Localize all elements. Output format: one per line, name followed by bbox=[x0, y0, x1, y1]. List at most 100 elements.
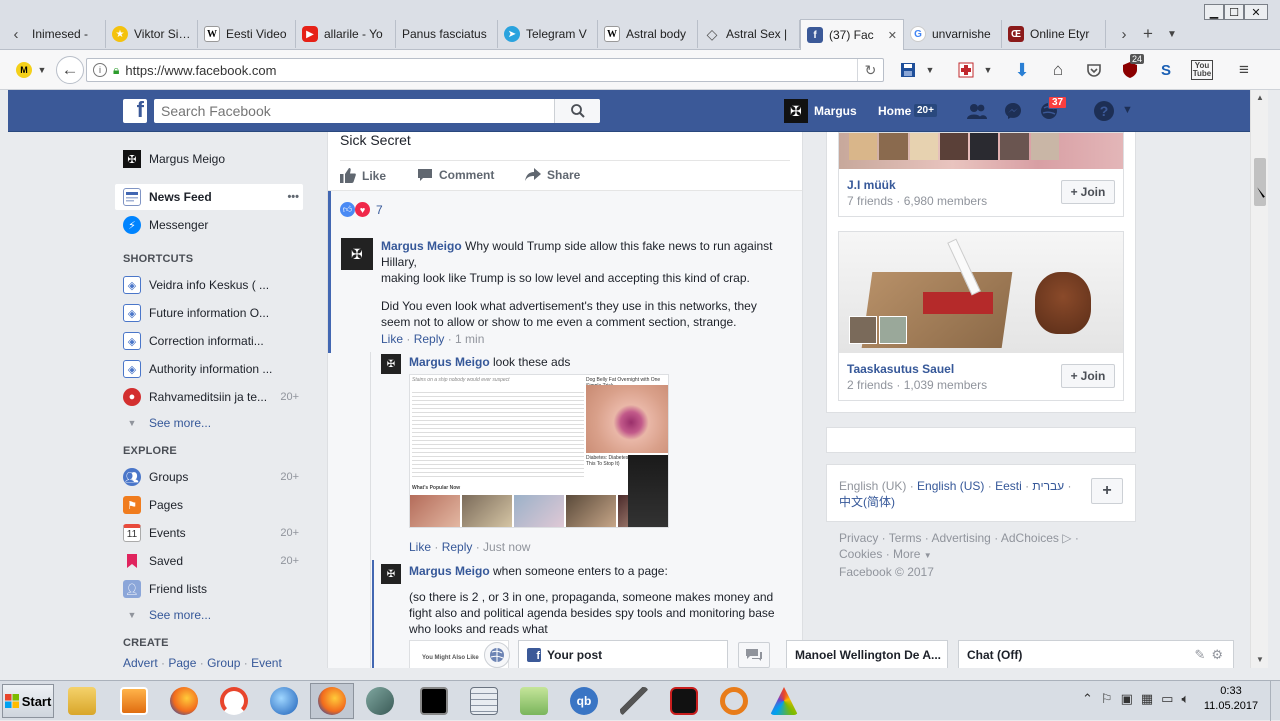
group-name-link[interactable]: Taaskasutus Sauel bbox=[847, 362, 954, 376]
explore-saved[interactable]: Saved 20+ bbox=[115, 548, 303, 574]
reload-icon[interactable]: ↻ bbox=[857, 59, 883, 81]
pocket-icon[interactable] bbox=[1082, 58, 1106, 82]
globe-icon[interactable] bbox=[484, 642, 510, 668]
url-input[interactable] bbox=[125, 62, 851, 78]
leftnav-news-feed[interactable]: News Feed ••• bbox=[115, 184, 303, 210]
messenger-icon[interactable] bbox=[1002, 100, 1024, 122]
compose-edit-icon[interactable]: ✎ bbox=[1194, 647, 1205, 663]
scroll-down-arrow-icon[interactable]: ▼ bbox=[1253, 652, 1267, 666]
tab-5[interactable]: Panus fasciatus bbox=[396, 20, 498, 48]
skype-s-icon[interactable]: S bbox=[1154, 58, 1178, 82]
taskbar-app-planet[interactable] bbox=[262, 683, 306, 719]
comment-reply-link[interactable]: Reply bbox=[414, 332, 445, 346]
comment-button[interactable]: Comment bbox=[417, 168, 494, 182]
info-icon[interactable]: i bbox=[93, 63, 107, 77]
tabs-scroll-left-icon[interactable]: ‹ bbox=[6, 22, 26, 46]
leftnav-profile[interactable]: ✠ Margus Meigo bbox=[115, 146, 303, 172]
list-all-tabs-icon[interactable]: ▼ bbox=[1162, 22, 1182, 46]
explore-friend-lists[interactable]: 👤︎ Friend lists bbox=[115, 576, 303, 602]
tabs-scroll-right-icon[interactable]: › bbox=[1114, 22, 1134, 46]
taskbar-qbittorrent[interactable]: qb bbox=[562, 683, 606, 719]
more-link[interactable]: More bbox=[893, 547, 920, 561]
create-event-link[interactable]: Event bbox=[251, 656, 282, 670]
explore-see-more[interactable]: ▼ See more... bbox=[115, 602, 303, 628]
reply-author-avatar[interactable]: ✠ bbox=[381, 354, 401, 374]
language-link[interactable]: עברית bbox=[1032, 479, 1064, 493]
tray-flag-icon[interactable]: ⚐ bbox=[1101, 691, 1113, 707]
taskbar-calculator[interactable] bbox=[462, 683, 506, 719]
create-advert-link[interactable]: Advert bbox=[123, 656, 158, 670]
explore-events[interactable]: 11 Events 20+ bbox=[115, 520, 303, 546]
taskbar-search-magnifier[interactable] bbox=[712, 683, 756, 719]
leftnav-messenger[interactable]: ⚡︎ Messenger bbox=[115, 212, 303, 238]
comment-author-link[interactable]: Margus Meigo bbox=[381, 239, 462, 253]
help-question-icon[interactable]: ? bbox=[1094, 101, 1114, 121]
home-link[interactable]: Home bbox=[878, 104, 911, 118]
taskbar-media-player[interactable] bbox=[112, 683, 156, 719]
window-maximize-button[interactable]: ☐ bbox=[1224, 4, 1244, 20]
scroll-up-arrow-icon[interactable]: ▲ bbox=[1253, 90, 1267, 104]
close-tab-icon[interactable]: ✕ bbox=[888, 29, 897, 42]
taskbar-app-arc[interactable] bbox=[212, 683, 256, 719]
shortcuts-see-more[interactable]: ▼ See more... bbox=[115, 410, 303, 436]
metro-addon-icon[interactable]: M bbox=[12, 58, 36, 82]
reply-author-link[interactable]: Margus Meigo bbox=[409, 564, 490, 578]
tray-monitor-icon[interactable]: ▭ bbox=[1161, 691, 1173, 707]
cookies-link[interactable]: Cookies bbox=[839, 547, 882, 561]
account-menu-chevron-icon[interactable]: ▼ bbox=[1122, 104, 1133, 116]
home-icon[interactable]: ⌂ bbox=[1046, 58, 1070, 82]
tray-network-icon[interactable]: ▦ bbox=[1141, 691, 1153, 707]
language-link[interactable]: 中文(简体) bbox=[839, 495, 895, 509]
group-name-link[interactable]: J.I müük bbox=[847, 178, 896, 192]
shortcut-item[interactable]: ◈ Authority information ... bbox=[115, 356, 303, 382]
url-bar[interactable]: i 🔒︎ ↻ bbox=[86, 58, 884, 82]
hamburger-menu-icon[interactable]: ≡ bbox=[1232, 58, 1256, 82]
create-page-link[interactable]: Page bbox=[168, 656, 196, 670]
join-group-button[interactable]: + Join bbox=[1061, 180, 1115, 204]
search-button[interactable] bbox=[554, 99, 600, 123]
join-group-button[interactable]: + Join bbox=[1061, 364, 1115, 388]
ads-screenshot-image[interactable]: Stains on a ship nobody would ever suspe… bbox=[409, 374, 669, 528]
explore-pages[interactable]: ⚑ Pages bbox=[115, 492, 303, 518]
page-scrollbar[interactable]: ▲ ▼ bbox=[1250, 90, 1268, 668]
tab-10[interactable]: G unvarnishe bbox=[904, 20, 1002, 48]
reply-like-link[interactable]: Like bbox=[409, 540, 431, 554]
chat-sidebar-bar[interactable]: Chat (Off) ✎ ⚙ bbox=[958, 640, 1234, 668]
tray-device-icon[interactable]: ▣ bbox=[1121, 691, 1133, 707]
taskbar-firefox[interactable] bbox=[162, 683, 206, 719]
tab-1[interactable]: Inimesed - bbox=[26, 20, 106, 48]
taskbar-security-app[interactable] bbox=[662, 683, 706, 719]
adchoices-link[interactable]: AdChoices bbox=[1001, 531, 1059, 545]
terms-link[interactable]: Terms bbox=[889, 531, 922, 545]
taskbar-network-tool[interactable] bbox=[358, 683, 402, 719]
friend-requests-icon[interactable] bbox=[966, 100, 988, 122]
download-arrow-icon[interactable]: ⬇ bbox=[1010, 58, 1034, 82]
scrollbar-thumb[interactable] bbox=[1254, 158, 1266, 206]
notifications-globe-icon[interactable]: 37 bbox=[1038, 96, 1068, 122]
explore-groups[interactable]: 👥︎ Groups 20+ bbox=[115, 464, 303, 490]
tab-6[interactable]: ➤ Telegram V bbox=[498, 20, 598, 48]
ublock-shield-icon[interactable]: 24 bbox=[1118, 54, 1145, 82]
comment-author-avatar[interactable]: ✠ bbox=[341, 238, 373, 270]
chat-tab-contact[interactable]: Manoel Wellington De A... bbox=[786, 640, 948, 668]
taskbar-microphone[interactable] bbox=[612, 683, 656, 719]
reply-author-link[interactable]: Margus Meigo bbox=[409, 355, 490, 369]
add-language-plus-icon[interactable]: + bbox=[1091, 478, 1123, 504]
window-close-button[interactable]: ✕ bbox=[1244, 4, 1268, 20]
profile-avatar[interactable]: ✠ bbox=[784, 99, 808, 123]
first-aid-chevron-icon[interactable]: ▼ bbox=[980, 58, 996, 82]
shortcut-item[interactable]: ◈ Veidra info Keskus ( ... bbox=[115, 272, 303, 298]
reply-author-avatar[interactable]: ✠ bbox=[381, 564, 401, 584]
taskbar-command-prompt[interactable] bbox=[412, 683, 456, 719]
tab-3[interactable]: W Eesti Video bbox=[198, 20, 296, 48]
taskbar-firefox-active[interactable] bbox=[310, 683, 354, 719]
create-group-link[interactable]: Group bbox=[207, 656, 240, 670]
language-link[interactable]: Eesti bbox=[995, 479, 1022, 493]
taskbar-notepad-plus[interactable] bbox=[512, 683, 556, 719]
privacy-link[interactable]: Privacy bbox=[839, 531, 878, 545]
window-minimize-button[interactable]: ▁ bbox=[1204, 4, 1224, 20]
reactions-summary[interactable]: 👍︎ ♥ 7 bbox=[340, 202, 383, 217]
new-tab-plus-icon[interactable]: + bbox=[1138, 22, 1158, 46]
tab-4[interactable]: ▶ allarile - Yo bbox=[296, 20, 396, 48]
save-disk-icon[interactable] bbox=[896, 58, 920, 82]
